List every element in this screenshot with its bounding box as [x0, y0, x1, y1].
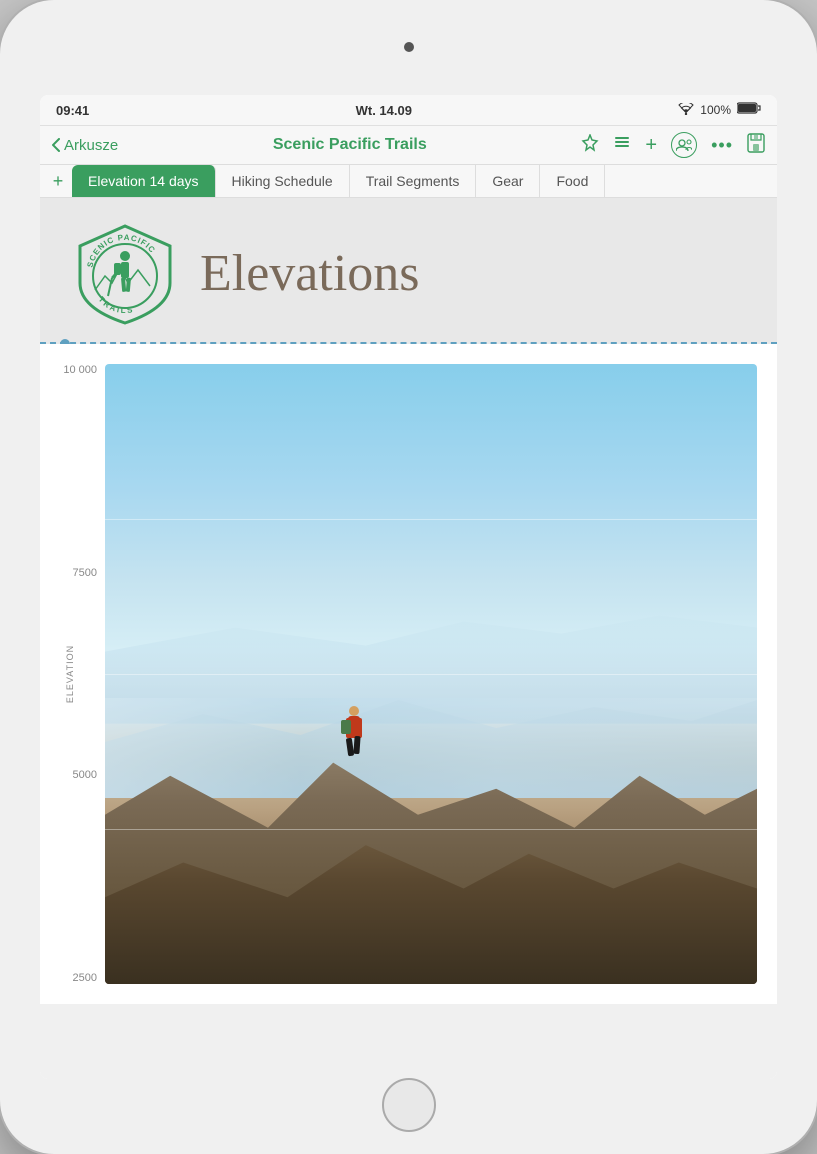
mist-layer [105, 698, 757, 798]
tab-trail-label: Trail Segments [366, 173, 460, 189]
status-date: Wt. 14.09 [356, 103, 412, 118]
tab-trail[interactable]: Trail Segments [350, 165, 477, 197]
status-right: 100% [678, 101, 761, 119]
grid-line-5000 [105, 674, 757, 675]
screen: 09:41 Wt. 14.09 100% [40, 95, 777, 1079]
toolbar: Arkusze Scenic Pacific Trails + [40, 126, 777, 165]
tab-elevation[interactable]: Elevation 14 days [72, 165, 216, 197]
y-tick-5000: 5000 [73, 769, 97, 781]
y-axis-label-container: ELEVATION [60, 645, 78, 703]
tab-bar: + Elevation 14 days Hiking Schedule Trai… [40, 165, 777, 198]
status-time: 09:41 [56, 103, 89, 118]
front-camera [404, 42, 414, 52]
more-icon[interactable]: ••• [711, 135, 733, 156]
document-title: Scenic Pacific Trails [124, 136, 575, 154]
grid-line-7500 [105, 519, 757, 520]
y-tick-7500: 7500 [73, 567, 97, 579]
grid-line-2500 [105, 829, 757, 830]
pin-icon[interactable] [581, 134, 599, 157]
add-tab-icon: + [53, 171, 64, 192]
mountain-photo [105, 364, 757, 984]
add-icon[interactable]: + [645, 134, 657, 157]
tab-hiking[interactable]: Hiking Schedule [216, 165, 350, 197]
collaborate-icon[interactable] [671, 132, 697, 158]
save-icon[interactable] [747, 133, 765, 158]
battery-icon [737, 101, 761, 119]
elevation-chart[interactable]: ELEVATION 10 000 7500 5000 2500 [40, 344, 777, 1004]
y-tick-10000: 10 000 [63, 364, 97, 376]
tab-elevation-label: Elevation 14 days [88, 173, 199, 189]
tab-gear[interactable]: Gear [476, 165, 540, 197]
toolbar-icons: + ••• [581, 132, 765, 158]
add-tab-button[interactable]: + [44, 167, 72, 195]
wifi-icon [678, 103, 694, 118]
battery-percentage: 100% [700, 103, 731, 117]
page-header: SCENIC PACIFIC TRAILS Elevations [40, 198, 777, 344]
hiker-figure [340, 673, 370, 748]
main-content: SCENIC PACIFIC TRAILS Elevations [40, 198, 777, 1079]
format-icon[interactable] [613, 134, 631, 157]
y-axis: ELEVATION 10 000 7500 5000 2500 [50, 364, 105, 984]
chart-area [105, 364, 757, 984]
logo: SCENIC PACIFIC TRAILS [70, 218, 180, 328]
tab-hiking-label: Hiking Schedule [232, 173, 333, 189]
home-button[interactable] [382, 1078, 436, 1132]
back-label: Arkusze [64, 137, 118, 154]
y-tick-2500: 2500 [73, 972, 97, 984]
back-button[interactable]: Arkusze [52, 137, 118, 154]
page-title: Elevations [200, 244, 420, 303]
y-axis-label: ELEVATION [65, 645, 75, 703]
tab-food-label: Food [556, 173, 588, 189]
status-bar: 09:41 Wt. 14.09 100% [40, 95, 777, 126]
tab-gear-label: Gear [492, 173, 523, 189]
ipad-device: 09:41 Wt. 14.09 100% [0, 0, 817, 1154]
tab-food[interactable]: Food [540, 165, 605, 197]
